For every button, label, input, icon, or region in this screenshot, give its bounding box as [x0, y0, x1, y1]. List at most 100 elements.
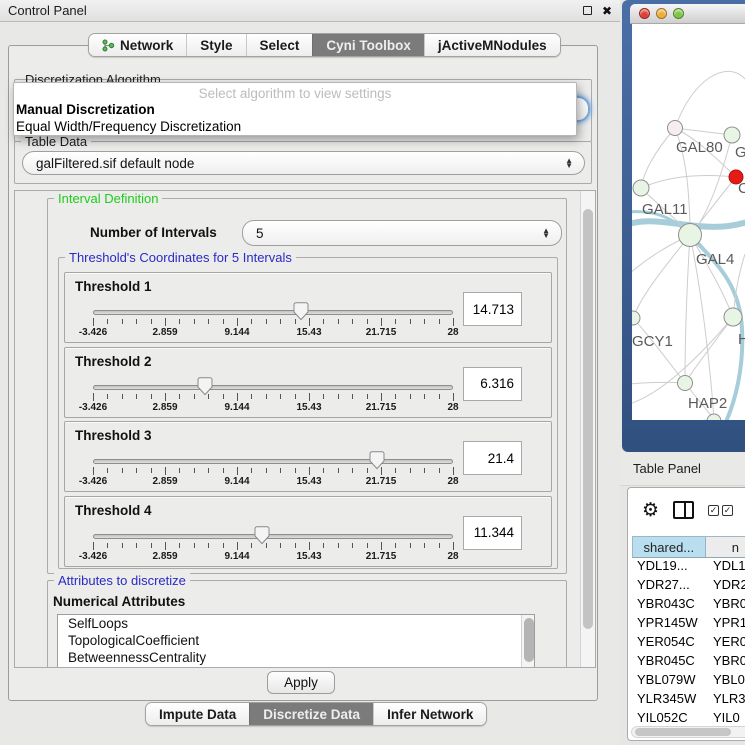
scrollbar-thumb[interactable] — [583, 209, 593, 629]
slider-tick — [251, 543, 252, 548]
slider-tick — [165, 318, 166, 326]
screen: Control Panel ✖ NetworkStyleSelectCyni T… — [0, 0, 745, 745]
network-node[interactable] — [678, 376, 693, 391]
zoom-traffic-light[interactable] — [673, 8, 684, 19]
network-node[interactable] — [679, 224, 702, 247]
network-node[interactable] — [724, 308, 742, 326]
slider-tick — [165, 542, 166, 550]
minimize-traffic-light[interactable] — [656, 8, 667, 19]
checkbox-icon[interactable]: ✓ — [708, 505, 719, 516]
network-node[interactable] — [707, 414, 721, 420]
slider-tick — [107, 319, 108, 324]
slider-handle[interactable] — [369, 451, 385, 470]
slider-track[interactable] — [93, 310, 453, 315]
apply-button[interactable]: Apply — [267, 671, 335, 694]
slider-tick-label: 15.43 — [296, 402, 321, 413]
slider-handle[interactable] — [254, 526, 270, 545]
slider-tick — [367, 543, 368, 548]
table-data-combo[interactable]: galFiltered.sif default node ▲▼ — [22, 151, 585, 175]
table-row[interactable]: YDL19...YDL1 — [632, 558, 745, 577]
slider-tick — [439, 468, 440, 473]
slider-handle[interactable] — [293, 302, 309, 321]
tab-cyni-toolbox[interactable]: Cyni Toolbox — [312, 34, 424, 56]
table-row[interactable]: YIL052CYIL0 — [632, 710, 745, 724]
select-columns-icons[interactable]: ✓ ✓ — [708, 505, 733, 516]
cell-shared-name: YER054C — [632, 634, 706, 653]
slider-tick — [237, 318, 238, 326]
slider-tick — [352, 543, 353, 548]
cell-shared-name: YDR27... — [632, 577, 706, 596]
slider-tick — [453, 542, 454, 550]
settings-vertical-scrollbar[interactable] — [580, 191, 595, 667]
table-row[interactable]: YPR145WYPR1 — [632, 615, 745, 634]
slider-tick — [352, 394, 353, 399]
threshold-value-field[interactable]: 6.316 — [463, 367, 522, 401]
column-header-name[interactable]: n — [706, 537, 745, 557]
attribute-item[interactable]: SelfLoops — [58, 615, 534, 632]
tab-label: Discretize Data — [263, 707, 360, 722]
tab-infer-network[interactable]: Infer Network — [373, 703, 486, 725]
slider-tick — [453, 393, 454, 401]
threshold-value-field[interactable]: 21.4 — [463, 441, 522, 475]
column-header-shared-name[interactable]: shared... — [633, 537, 706, 557]
table-data-group-title: Table Data — [21, 134, 91, 149]
slider-tick-label: 2.859 — [152, 551, 177, 562]
tab-jactivemnodules[interactable]: jActiveMNodules — [424, 34, 560, 56]
slider-track[interactable] — [93, 534, 453, 539]
network-node[interactable] — [632, 311, 640, 325]
tab-style[interactable]: Style — [186, 34, 245, 56]
cell-name: YBR0 — [706, 596, 745, 615]
slider-tick-label: 2.859 — [152, 476, 177, 487]
network-canvas[interactable]: GAL80G.CGAL11GAL4GCY1HHAP2 — [632, 24, 745, 420]
checkbox-icon[interactable]: ✓ — [722, 505, 733, 516]
network-node-label: GAL11 — [642, 201, 688, 218]
tab-label: Impute Data — [159, 707, 236, 722]
tab-select[interactable]: Select — [246, 34, 313, 56]
num-intervals-combo[interactable]: 5 ▲▼ — [242, 220, 562, 246]
table-row[interactable]: YBR045CYBR0 — [632, 653, 745, 672]
slider-handle[interactable] — [197, 377, 213, 396]
table-horizontal-scrollbar[interactable] — [631, 726, 745, 738]
slider-tick — [93, 318, 94, 326]
slider-tick — [122, 319, 123, 324]
table-data-combo-value: galFiltered.sif default node — [36, 156, 194, 171]
table-row[interactable]: YBR043CYBR0 — [632, 596, 745, 615]
close-traffic-light[interactable] — [639, 8, 650, 19]
network-node-label: H — [738, 331, 745, 348]
slider-tick-label: 2.859 — [152, 402, 177, 413]
network-node[interactable] — [724, 127, 740, 143]
table-row[interactable]: YBL079WYBL0 — [632, 672, 745, 691]
algorithm-option[interactable]: Equal Width/Frequency Discretization — [14, 118, 576, 135]
table-row[interactable]: YER054CYER0 — [632, 634, 745, 653]
columns-icon[interactable] — [673, 501, 694, 519]
threshold-value-field[interactable]: 11.344 — [463, 516, 522, 550]
network-node[interactable] — [668, 121, 683, 136]
network-icon — [102, 39, 115, 52]
scrollbar-thumb[interactable] — [524, 618, 534, 662]
float-window-icon[interactable] — [583, 6, 592, 15]
slider-tick — [367, 319, 368, 324]
slider-track[interactable] — [93, 385, 453, 390]
network-node-label: C — [738, 180, 745, 197]
scrollbar-thumb[interactable] — [635, 728, 731, 736]
algorithm-popup-hint: Select algorithm to view settings — [14, 83, 576, 101]
attributes-list-scrollbar[interactable] — [521, 615, 534, 668]
slider-tick — [424, 543, 425, 548]
algorithm-option[interactable]: Manual Discretization — [14, 101, 576, 118]
attribute-item[interactable]: BetweennessCentrality — [58, 649, 534, 666]
attribute-item[interactable]: TopologicalCoefficient — [58, 632, 534, 649]
slider-track[interactable] — [93, 459, 453, 464]
gear-icon[interactable]: ⚙ — [642, 501, 659, 520]
threshold-panel-3: Threshold 3-3.4262.8599.14415.4321.71528… — [64, 421, 552, 492]
tab-discretize-data[interactable]: Discretize Data — [249, 703, 373, 725]
num-intervals-value: 5 — [256, 226, 264, 241]
table-row[interactable]: YLR345WYLR3 — [632, 691, 745, 710]
network-node[interactable] — [633, 180, 649, 196]
threshold-value-field[interactable]: 14.713 — [463, 292, 522, 326]
tab-network[interactable]: Network — [89, 34, 186, 56]
numerical-attributes-list[interactable]: SelfLoopsTopologicalCoefficientBetweenne… — [57, 614, 535, 668]
close-icon[interactable]: ✖ — [602, 5, 612, 17]
table-row[interactable]: YDR27...YDR2 — [632, 577, 745, 596]
tab-impute-data[interactable]: Impute Data — [146, 703, 249, 725]
slider-tick — [381, 318, 382, 326]
